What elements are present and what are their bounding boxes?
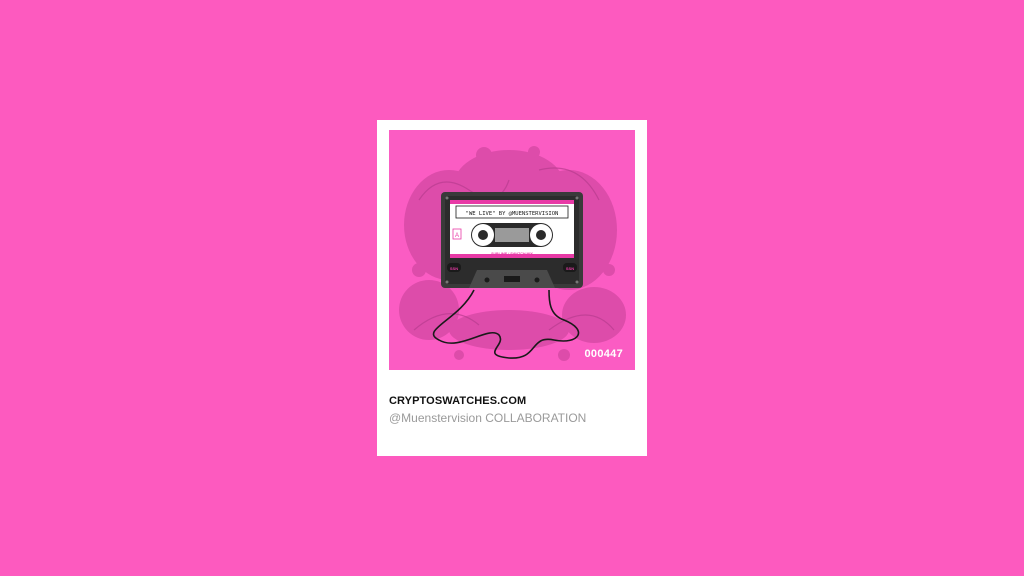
edition-number: 000447	[584, 348, 623, 360]
cassette-side-letter: A	[455, 233, 459, 239]
card-brand: CRYPTOSWATCHES.COM	[389, 395, 527, 407]
cassette	[441, 192, 583, 288]
card-subtitle: @Muenstervision COLLABORATION	[389, 411, 587, 425]
cassette-subtitle: SUBLIME / SWATCH MIX	[491, 252, 533, 256]
artwork: "WE LIVE" BY @MUENSTERVISION A SUBLIME /…	[389, 130, 635, 370]
cassette-label-text: "WE LIVE" BY @MUENSTERVISION	[466, 211, 559, 217]
nft-card[interactable]: "WE LIVE" BY @MUENSTERVISION A SUBLIME /…	[377, 120, 647, 456]
cassette-badge-left: SSN	[450, 266, 458, 271]
cassette-badge-right: SSN	[566, 266, 574, 271]
cassette-illustration: "WE LIVE" BY @MUENSTERVISION A SUBLIME /…	[399, 146, 626, 361]
